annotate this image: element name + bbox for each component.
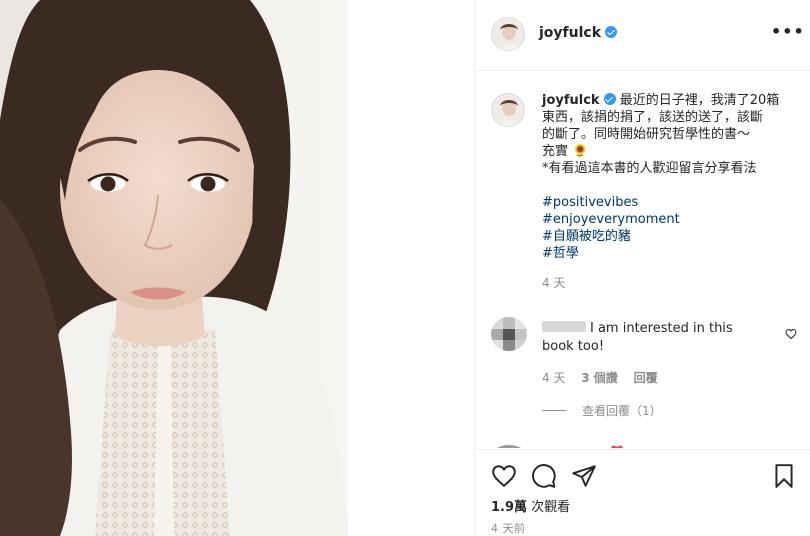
caption-body: joyfulck 最近的日子裡，我清了20箱 東西，該捐的捐了，該送的送了，該斷… [542,92,804,292]
share-icon[interactable] [571,463,597,489]
caption-username[interactable]: joyfulck [542,93,600,108]
post-photo[interactable] [0,0,348,536]
comment-likes[interactable]: 3 個讚 [581,371,618,385]
comment-meta: 4 天 3 個讚 回覆 [542,369,670,386]
reply-button[interactable]: 回覆 [634,371,658,385]
action-bar: 1.9萬 次觀看 4 天前 [475,449,810,536]
comment-time[interactable]: 4 天 [542,371,565,385]
caption-time[interactable]: 4 天 [542,275,804,292]
hashtag-link[interactable]: #哲學 [542,245,804,262]
comment-text: I am interested in this book too! [542,321,733,354]
caption-line-3: 的斷了。同時開始研究哲學性的書～ [542,127,751,142]
commenter-avatar[interactable] [491,317,527,351]
bookmark-icon[interactable] [771,463,797,489]
caption-line-4: 充實 🌻 [542,144,589,159]
heart-icon[interactable] [785,328,797,340]
caption-avatar[interactable] [491,93,525,127]
more-options-icon[interactable]: ••• [771,22,805,41]
comment-icon[interactable] [531,463,557,489]
next-comment-partial [491,439,797,448]
caption-line-1: 最近的日子裡，我清了20箱 [619,93,780,108]
post-side-panel: joyfulck ••• joyfulck 最近的日子裡，我清了20箱 東西，該… [474,0,810,536]
photo-gap [348,0,474,536]
portrait-image [0,0,348,536]
caption-line-2: 東西，該捐的捐了，該送的送了，該斷 [542,110,764,125]
post-header: joyfulck ••• [475,0,810,71]
post-timestamp[interactable]: 4 天前 [491,520,526,536]
verified-badge-icon [605,26,618,38]
comment: I am interested in this book too! 4 天 3 … [491,315,797,425]
author-username[interactable]: joyfulck [539,25,618,41]
hashtag-link[interactable]: #positivevibes [542,194,804,211]
author-avatar[interactable] [491,17,525,51]
caption-line-5: *有看過這本書的人歡迎留言分享看法 [542,161,757,176]
verified-badge-icon [603,93,616,105]
heart-icon[interactable] [491,463,517,489]
hashtag-link[interactable]: #enjoyeverymoment [542,211,804,228]
view-replies-button[interactable]: 查看回覆（1） [542,402,662,419]
view-count[interactable]: 1.9萬 次觀看 [491,496,570,515]
commenter-username-blurred[interactable] [542,321,586,332]
hashtag-link[interactable]: #自願被吃的豬 [542,228,804,245]
